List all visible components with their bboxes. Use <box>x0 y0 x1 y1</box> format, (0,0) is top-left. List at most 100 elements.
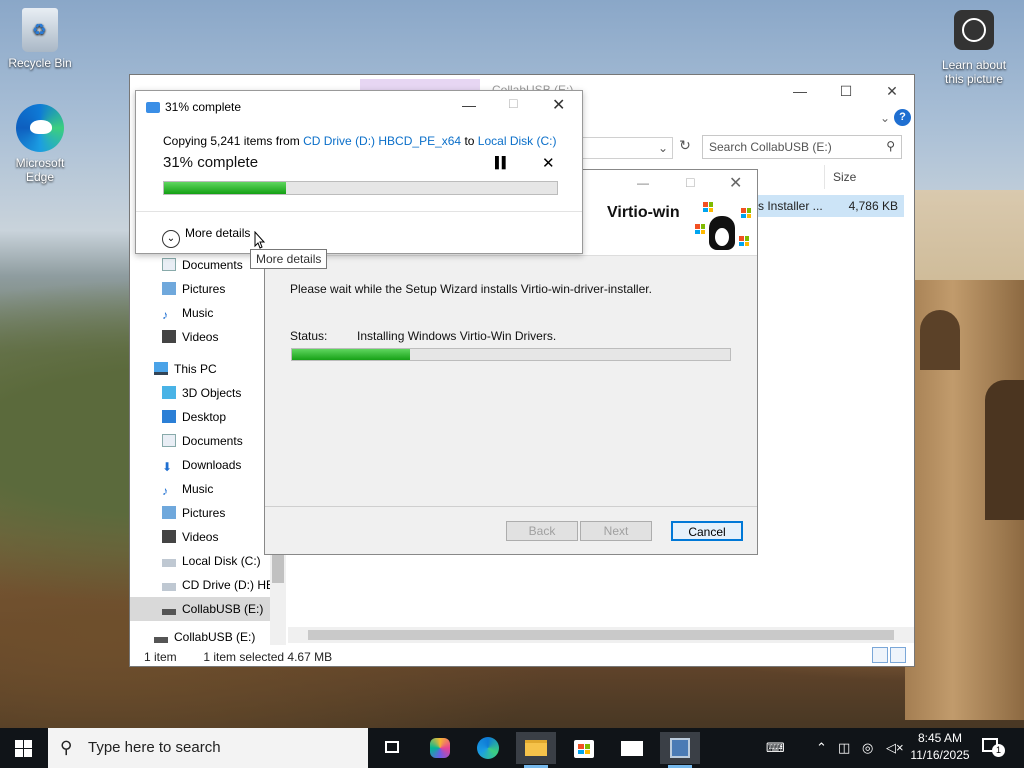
close-button[interactable]: ✕ <box>552 95 565 115</box>
downloads-icon: ⬇ <box>162 460 173 474</box>
refresh-icon[interactable]: ↻ <box>675 137 695 159</box>
desktop-icon <box>162 410 176 423</box>
copy-icon <box>146 102 160 113</box>
more-details-label: More details <box>185 226 251 240</box>
stop-icon[interactable]: ✕ <box>542 154 555 172</box>
maximize-button[interactable]: ☐ <box>826 79 866 103</box>
task-view-icon[interactable] <box>372 732 412 764</box>
network-icon[interactable]: ◎ <box>862 728 873 768</box>
notification-badge: 1 <box>992 744 1005 757</box>
file-row-selected[interactable]: s Installer ... 4,786 KB <box>750 195 904 217</box>
tooltip: More details <box>250 249 328 269</box>
search-icon: ⚲ <box>60 738 73 757</box>
nav-label: Videos <box>182 330 219 344</box>
pause-icon[interactable]: ▌▌ <box>495 157 510 169</box>
copy-prefix: Copying 5,241 items from <box>163 134 304 148</box>
nav-item-music[interactable]: ♪ Music <box>162 477 213 501</box>
copy-progress-dialog: 31% complete — ☐ ✕ Copying 5,241 items f… <box>135 90 583 254</box>
copilot-icon[interactable] <box>420 732 460 764</box>
copy-description: Copying 5,241 items from CD Drive (D:) H… <box>163 134 556 148</box>
learn-about-picture-shortcut[interactable]: Learn about this picture <box>934 10 1014 86</box>
camera-icon <box>954 10 994 50</box>
maximize-button[interactable]: ☐ <box>508 97 519 111</box>
edge-icon <box>16 104 64 152</box>
nav-item-desktop[interactable]: Desktop <box>162 405 226 429</box>
dialog-title: 31% complete <box>165 100 242 114</box>
nav-label: Downloads <box>182 458 242 472</box>
more-details-button[interactable]: ⌄ More details <box>162 223 251 248</box>
nav-item-collabusb[interactable]: CollabUSB (E:) <box>130 597 270 621</box>
minimize-button[interactable]: — <box>462 97 476 113</box>
minimize-button[interactable]: — <box>637 176 649 190</box>
navigation-pane: Documents Pictures ♪ Music Videos This PC… <box>130 251 286 645</box>
address-bar[interactable]: ⌄ <box>575 137 673 159</box>
maximize-button[interactable]: ☐ <box>685 176 696 190</box>
meet-now-icon[interactable]: ◫ <box>838 728 850 768</box>
chevron-down-icon[interactable]: ⌄ <box>658 141 668 155</box>
nav-item-local-disk[interactable]: Local Disk (C:) <box>162 549 261 573</box>
horizontal-scrollbar-thumb[interactable] <box>308 630 894 640</box>
back-button[interactable]: Back <box>506 521 578 541</box>
usb-drive-icon <box>162 609 176 615</box>
edge-shortcut[interactable]: Microsoft Edge <box>0 104 80 184</box>
horizontal-scrollbar[interactable] <box>288 627 914 643</box>
clock-time: 8:45 AM <box>917 731 963 745</box>
close-button[interactable]: ✕ <box>729 173 742 193</box>
nav-label: CollabUSB (E:) <box>182 602 264 616</box>
nav-item-this-pc[interactable]: This PC <box>154 357 217 381</box>
destination-link[interactable]: Local Disk (C:) <box>478 134 557 148</box>
start-button[interactable] <box>0 728 48 768</box>
nav-item-pictures[interactable]: Pictures <box>162 501 225 525</box>
taskbar-search-placeholder: Type here to search <box>88 739 221 756</box>
nav-item-pictures[interactable]: Pictures <box>162 277 225 301</box>
wizard-brand: Virtio-win <box>607 204 680 221</box>
installer-taskbar-icon[interactable] <box>660 732 700 768</box>
file-name: s Installer ... <box>758 199 823 213</box>
mail-icon[interactable] <box>612 732 652 764</box>
source-link[interactable]: CD Drive (D:) HBCD_PE_x64 <box>303 134 461 148</box>
taskbar-search-input[interactable]: ⚲ Type here to search <box>48 728 368 768</box>
column-header-size[interactable]: Size <box>824 165 904 189</box>
next-button[interactable]: Next <box>580 521 652 541</box>
file-explorer-taskbar-icon[interactable] <box>516 732 556 768</box>
edge-taskbar-icon[interactable] <box>468 732 508 764</box>
usb-drive-icon <box>154 637 168 643</box>
nav-item-videos[interactable]: Videos <box>162 325 218 349</box>
divider <box>136 211 582 212</box>
chevron-up-icon[interactable]: ⌃ <box>816 728 827 768</box>
status-label: Status: <box>290 329 328 343</box>
pictures-icon <box>162 282 176 295</box>
status-bar: 1 item 1 item selected 4.67 MB <box>130 647 914 667</box>
nav-item-documents[interactable]: Documents <box>162 429 243 453</box>
store-icon[interactable] <box>564 732 604 764</box>
recycle-bin-shortcut[interactable]: Recycle Bin <box>0 8 80 70</box>
system-clock[interactable]: 8:45 AM 11/16/2025 <box>906 730 974 764</box>
nav-scrollbar-thumb[interactable] <box>272 555 284 583</box>
documents-icon <box>162 258 176 271</box>
nav-item-music[interactable]: ♪ Music <box>162 301 213 325</box>
nav-item-videos[interactable]: Videos <box>162 525 218 549</box>
nav-item-downloads[interactable]: ⬇ Downloads <box>162 453 241 477</box>
expand-ribbon-icon[interactable]: ⌄ <box>880 111 890 125</box>
recycle-bin-icon <box>22 8 58 52</box>
notification-center-icon[interactable]: 1 <box>980 736 1005 758</box>
nav-item-cd-drive[interactable]: CD Drive (D:) HB <box>162 573 274 597</box>
pictures-icon <box>162 506 176 519</box>
search-input[interactable]: Search CollabUSB (E:) ⚲ <box>702 135 902 159</box>
details-view-icon[interactable] <box>872 647 888 663</box>
recycle-bin-label: Recycle Bin <box>8 56 72 70</box>
minimize-button[interactable]: — <box>780 79 820 103</box>
volume-muted-icon[interactable]: ◁× <box>886 728 904 768</box>
large-icons-view-icon[interactable] <box>890 647 906 663</box>
nav-item-collabusb[interactable]: CollabUSB (E:) <box>154 629 255 645</box>
drive-icon <box>162 559 176 567</box>
cancel-button[interactable]: Cancel <box>671 521 743 541</box>
nav-item-3d-objects[interactable]: 3D Objects <box>162 381 241 405</box>
help-icon[interactable]: ? <box>894 109 911 126</box>
keyboard-icon[interactable]: ⌨ <box>766 728 785 768</box>
close-button[interactable]: ✕ <box>872 79 912 103</box>
nav-label: Desktop <box>182 410 227 424</box>
view-buttons <box>870 647 908 665</box>
nav-item-documents[interactable]: Documents <box>162 253 243 277</box>
install-progress-bar <box>291 348 731 361</box>
